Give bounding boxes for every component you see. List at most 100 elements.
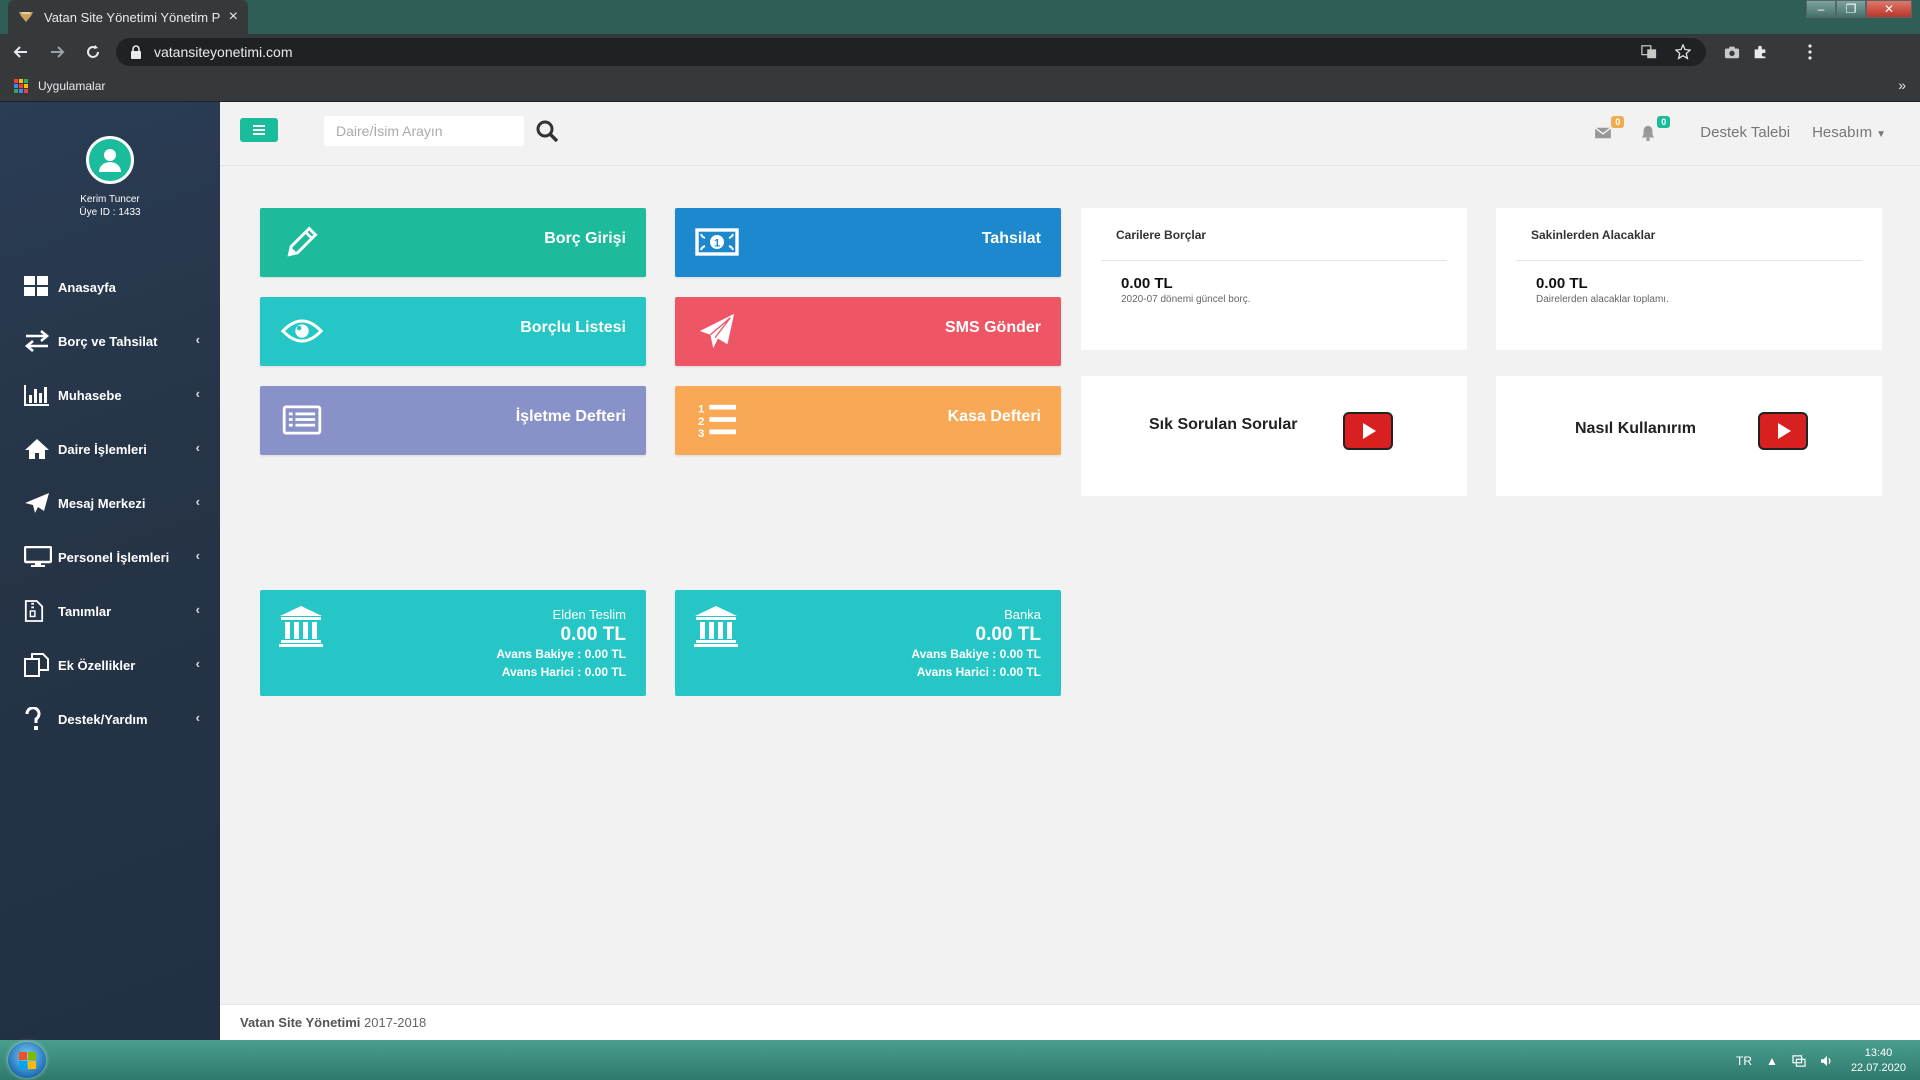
account-dropdown[interactable]: Hesabım ▼ bbox=[1812, 124, 1886, 141]
chevron-left-icon: ‹ bbox=[195, 440, 200, 455]
tray-expand-icon[interactable]: ▲ bbox=[1766, 1054, 1778, 1068]
isletme-defteri-tile[interactable]: İşletme Defteri bbox=[260, 386, 646, 455]
svg-text:3: 3 bbox=[698, 428, 704, 439]
sidebar-item-borc-tahsilat[interactable]: Borç ve Tahsilat ‹ bbox=[0, 314, 220, 368]
apps-grid-icon[interactable] bbox=[14, 78, 28, 93]
file-zip-icon bbox=[24, 598, 52, 624]
card-title: Carilere Borçlar bbox=[1116, 228, 1207, 242]
page-footer: Vatan Site Yönetimi 2017-2018 bbox=[220, 1004, 1920, 1040]
camera-icon[interactable] bbox=[1718, 38, 1746, 66]
reload-button[interactable] bbox=[78, 37, 108, 67]
address-bar-row: vatansiteyonetimi.com bbox=[0, 34, 1920, 70]
youtube-play-icon[interactable] bbox=[1343, 412, 1393, 450]
system-clock[interactable]: 13:40 22.07.2020 bbox=[1851, 1046, 1906, 1076]
windows-start-button[interactable] bbox=[8, 1042, 46, 1078]
notification-count-badge: 0 bbox=[1657, 116, 1671, 128]
money-bill-icon: 1 bbox=[695, 222, 739, 262]
back-button[interactable] bbox=[6, 37, 36, 67]
support-request-link[interactable]: Destek Talebi bbox=[1700, 124, 1790, 141]
bookmark-star-icon[interactable] bbox=[1674, 43, 1692, 61]
tab-close-icon[interactable]: × bbox=[229, 8, 238, 26]
url-omnibox[interactable]: vatansiteyonetimi.com bbox=[116, 38, 1706, 66]
question-icon bbox=[24, 706, 52, 732]
caret-down-icon: ▼ bbox=[1876, 128, 1886, 140]
search-icon[interactable] bbox=[532, 116, 562, 146]
apps-bookmark-link[interactable]: Uygulamalar bbox=[38, 79, 105, 93]
bookmarks-bar: Uygulamalar » bbox=[0, 70, 1920, 102]
window-controls: – ❐ ✕ bbox=[1806, 0, 1912, 18]
user-name: Kerim Tuncer bbox=[80, 194, 140, 205]
bank-name: Elden Teslim bbox=[552, 607, 626, 622]
copy-icon bbox=[24, 652, 52, 678]
banka-panel[interactable]: Banka 0.00 TL Avans Bakiye : 0.00 TL Ava… bbox=[675, 590, 1061, 696]
browser-tab[interactable]: Vatan Site Yönetimi Yönetim Pro × bbox=[8, 0, 248, 34]
avans-harici: Avans Harici : 0.00 TL bbox=[916, 665, 1041, 679]
bookmarks-more-icon[interactable]: » bbox=[1898, 77, 1906, 93]
language-indicator[interactable]: TR bbox=[1736, 1054, 1752, 1068]
card-value: 0.00 TL bbox=[1536, 275, 1588, 292]
sidebar-item-label: Destek/Yardım bbox=[58, 711, 148, 727]
forward-button[interactable] bbox=[42, 37, 72, 67]
restore-button[interactable]: ❐ bbox=[1836, 0, 1866, 18]
avatar-user-icon[interactable] bbox=[86, 136, 134, 184]
window-close-button[interactable]: ✕ bbox=[1866, 0, 1912, 18]
menu-toggle-button[interactable] bbox=[240, 118, 278, 142]
sidebar-item-tanimlar[interactable]: Tanımlar ‹ bbox=[0, 584, 220, 638]
sidebar-item-personel-islemleri[interactable]: Personel İşlemleri ‹ bbox=[0, 530, 220, 584]
cariler-borclar-card: Carilere Borçlar 0.00 TL 2020-07 dönemi … bbox=[1081, 208, 1467, 350]
pencil-icon bbox=[280, 222, 324, 262]
minimize-button[interactable]: – bbox=[1806, 0, 1836, 18]
kasa-defteri-tile[interactable]: 123 Kasa Defteri bbox=[675, 386, 1061, 455]
sidebar-menu: Anasayfa Borç ve Tahsilat ‹ Muhasebe ‹ D… bbox=[0, 260, 220, 746]
card-subtitle: Dairelerden alacaklar toplamı. bbox=[1536, 294, 1669, 305]
tile-label: Tahsilat bbox=[981, 230, 1041, 247]
sidebar-item-label: Personel İşlemleri bbox=[58, 549, 170, 565]
browser-menu-icon[interactable] bbox=[1796, 38, 1824, 66]
paper-plane-icon bbox=[695, 311, 739, 351]
sidebar-item-daire-islemleri[interactable]: Daire İşlemleri ‹ bbox=[0, 422, 220, 476]
chevron-left-icon: ‹ bbox=[195, 494, 200, 509]
paper-plane-icon bbox=[24, 490, 52, 516]
svg-text:1: 1 bbox=[714, 238, 720, 250]
chevron-left-icon: ‹ bbox=[195, 656, 200, 671]
extensions-puzzle-icon[interactable] bbox=[1746, 38, 1774, 66]
sidebar-item-anasayfa[interactable]: Anasayfa bbox=[0, 260, 220, 314]
ordered-list-icon: 123 bbox=[695, 400, 739, 440]
sms-gonder-tile[interactable]: SMS Gönder bbox=[675, 297, 1061, 366]
clock-time: 13:40 bbox=[1864, 1047, 1893, 1059]
tahsilat-tile[interactable]: 1 Tahsilat bbox=[675, 208, 1061, 277]
windows-taskbar: TR ▲ 13:40 22.07.2020 bbox=[0, 1040, 1920, 1080]
network-icon[interactable] bbox=[1792, 1055, 1806, 1067]
home-icon bbox=[24, 436, 52, 462]
sidebar-item-ek-ozellikler[interactable]: Ek Özellikler ‹ bbox=[0, 638, 220, 692]
mail-icon[interactable]: 0 bbox=[1594, 116, 1625, 144]
bank-name: Banka bbox=[1004, 607, 1041, 622]
user-profile: Kerim Tuncer Üye ID : 1433 bbox=[0, 102, 220, 220]
exchange-icon bbox=[24, 328, 52, 354]
avans-bakiye: Avans Bakiye : 0.00 TL bbox=[911, 647, 1041, 661]
bell-icon[interactable]: 0 bbox=[1640, 116, 1671, 144]
search-input[interactable] bbox=[324, 116, 524, 146]
url-text: vatansiteyonetimi.com bbox=[154, 44, 293, 60]
bar-chart-icon bbox=[24, 382, 52, 408]
sidebar-item-label: Anasayfa bbox=[58, 279, 116, 295]
howto-video-card[interactable]: Nasıl Kullanırım bbox=[1496, 376, 1882, 496]
chevron-left-icon: ‹ bbox=[195, 710, 200, 725]
card-subtitle: 2020-07 dönemi güncel borç. bbox=[1121, 294, 1251, 305]
sidebar-item-muhasebe[interactable]: Muhasebe ‹ bbox=[0, 368, 220, 422]
chevron-left-icon: ‹ bbox=[195, 548, 200, 563]
youtube-play-icon[interactable] bbox=[1758, 412, 1808, 450]
faq-video-card[interactable]: Sık Sorulan Sorular bbox=[1081, 376, 1467, 496]
tile-label: SMS Gönder bbox=[944, 319, 1041, 336]
elden-teslim-panel[interactable]: Elden Teslim 0.00 TL Avans Bakiye : 0.00… bbox=[260, 590, 646, 696]
sidebar-item-mesaj-merkezi[interactable]: Mesaj Merkezi ‹ bbox=[0, 476, 220, 530]
borclu-listesi-tile[interactable]: Borçlu Listesi bbox=[260, 297, 646, 366]
borc-girisi-tile[interactable]: Borç Girişi bbox=[260, 208, 646, 277]
dashboard-icon bbox=[24, 274, 52, 300]
sidebar-item-destek-yardim[interactable]: Destek/Yardım ‹ bbox=[0, 692, 220, 746]
footer-years: 2017-2018 bbox=[360, 1015, 427, 1030]
volume-icon[interactable] bbox=[1820, 1055, 1834, 1067]
translate-icon[interactable] bbox=[1640, 43, 1658, 61]
chevron-left-icon: ‹ bbox=[195, 386, 200, 401]
chevron-left-icon: ‹ bbox=[195, 602, 200, 617]
